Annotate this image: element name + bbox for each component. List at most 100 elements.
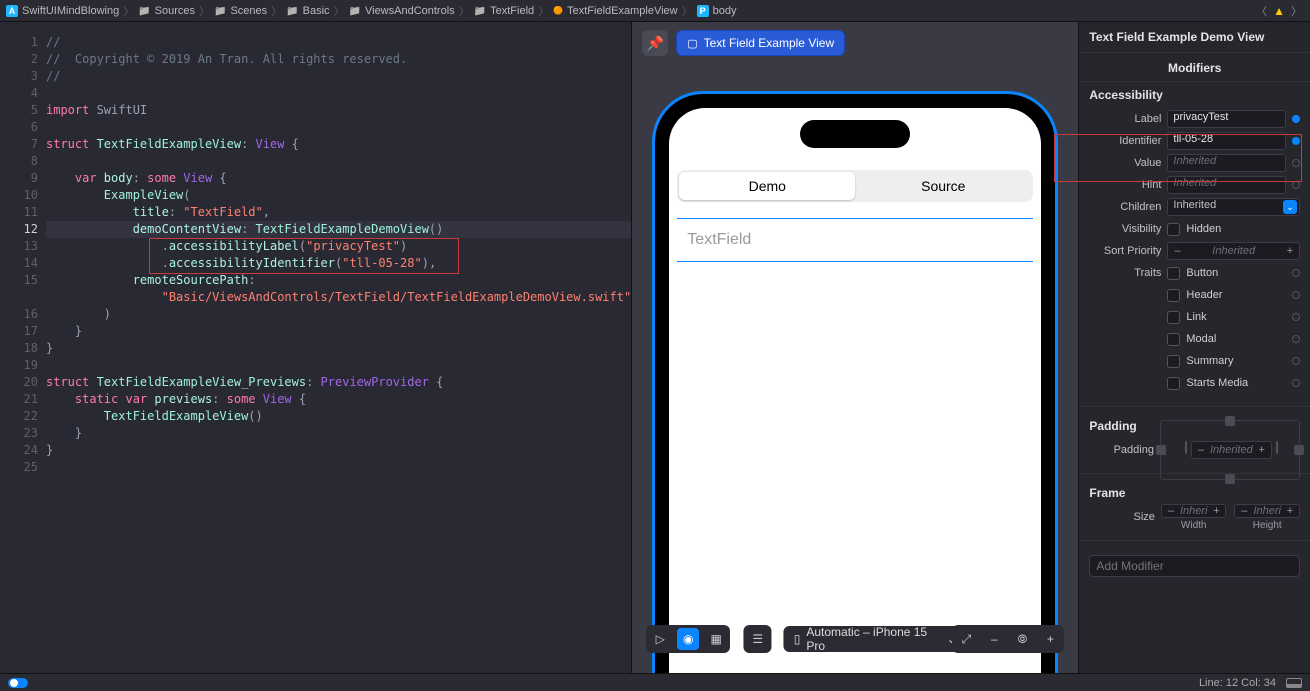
field-label: Label bbox=[1089, 113, 1161, 125]
trait-checkbox[interactable]: Starts Media bbox=[1167, 377, 1286, 390]
accessibility-value-input[interactable]: Inherited bbox=[1167, 154, 1286, 172]
property-icon bbox=[697, 5, 709, 17]
back-button[interactable]: 〈 bbox=[1254, 3, 1269, 19]
padding-handle-bottom[interactable] bbox=[1225, 474, 1235, 484]
breadcrumb-project[interactable]: SwiftUIMindBlowing bbox=[6, 5, 119, 17]
field-caption: Height bbox=[1253, 520, 1282, 531]
trait-checkbox[interactable]: Modal bbox=[1167, 333, 1286, 346]
minus-icon[interactable]: – bbox=[1162, 505, 1180, 517]
trait-checkbox[interactable]: Button bbox=[1167, 267, 1286, 280]
plus-icon[interactable]: + bbox=[1253, 444, 1271, 456]
add-modifier-input[interactable] bbox=[1089, 555, 1300, 577]
breadcrumb-item[interactable]: TextField bbox=[474, 5, 534, 17]
field-label: Sort Priority bbox=[1089, 245, 1161, 257]
override-indicator[interactable] bbox=[1292, 379, 1300, 387]
plus-icon[interactable]: + bbox=[1281, 245, 1299, 257]
trait-checkbox[interactable]: Summary bbox=[1167, 355, 1286, 368]
attributes-inspector: Text Field Example Demo View Modifiers A… bbox=[1078, 22, 1310, 673]
sort-priority-stepper[interactable]: – Inherited + bbox=[1167, 242, 1300, 260]
frame-height-stepper[interactable]: – Inheri + bbox=[1234, 504, 1300, 518]
bottom-panel-toggle[interactable] bbox=[1286, 678, 1302, 688]
breadcrumb-item[interactable]: Sources bbox=[138, 5, 195, 17]
device-selector[interactable]: ▯ Automatic – iPhone 15 Pro ⌄ bbox=[784, 626, 967, 652]
segment-demo[interactable]: Demo bbox=[679, 172, 855, 200]
variants-button[interactable]: ▦ bbox=[705, 628, 727, 650]
field-label: Size bbox=[1089, 511, 1155, 523]
padding-handle-left[interactable] bbox=[1156, 445, 1166, 455]
segment-source[interactable]: Source bbox=[855, 172, 1031, 200]
code-editor[interactable]: 1 2 3 4 5 6 7 8 9 10 11 12 13 14 15 16 1… bbox=[0, 22, 631, 673]
warning-icon[interactable]: ▲ bbox=[1273, 4, 1285, 18]
preview-tab[interactable]: Text Field Example View bbox=[676, 30, 845, 56]
textfield-preview[interactable]: TextField bbox=[677, 218, 1033, 262]
line-number: 6 bbox=[0, 119, 38, 136]
minus-icon[interactable]: – bbox=[1235, 505, 1253, 517]
field-label: Visibility bbox=[1089, 223, 1161, 235]
padding-checkbox[interactable] bbox=[1276, 441, 1278, 454]
project-icon bbox=[6, 5, 18, 17]
line-gutter: 1 2 3 4 5 6 7 8 9 10 11 12 13 14 15 16 1… bbox=[0, 34, 46, 673]
override-indicator[interactable] bbox=[1292, 335, 1300, 343]
line-number: 7 bbox=[0, 136, 38, 153]
pin-preview-button[interactable]: 📌 bbox=[642, 30, 668, 56]
live-preview-button[interactable]: ▷ bbox=[649, 628, 671, 650]
code-text[interactable]: // // Copyright © 2019 An Tran. All righ… bbox=[46, 34, 631, 673]
line-number: 5 bbox=[0, 102, 38, 119]
line-number: 13 bbox=[0, 238, 38, 255]
iphone-frame: Demo Source TextField bbox=[655, 94, 1055, 673]
override-indicator[interactable] bbox=[1292, 291, 1300, 299]
accessibility-label-input[interactable]: privacyTest bbox=[1167, 110, 1286, 128]
override-indicator[interactable] bbox=[1292, 269, 1300, 277]
padding-checkbox[interactable] bbox=[1185, 441, 1187, 454]
accessibility-hint-input[interactable]: Inherited bbox=[1167, 176, 1286, 194]
checkbox-icon bbox=[1167, 333, 1180, 346]
padding-handle-right[interactable] bbox=[1294, 445, 1304, 455]
segmented-control[interactable]: Demo Source bbox=[677, 170, 1033, 202]
trait-checkbox[interactable]: Link bbox=[1167, 311, 1286, 324]
override-indicator[interactable] bbox=[1292, 137, 1300, 145]
zoom-fit-button[interactable]: ⤢ bbox=[955, 628, 977, 650]
breadcrumb-item[interactable]: ViewsAndControls bbox=[349, 5, 455, 17]
settings-button[interactable]: ☰ bbox=[747, 628, 769, 650]
override-indicator[interactable] bbox=[1292, 159, 1300, 167]
checkbox-icon bbox=[1167, 289, 1180, 302]
padding-stepper[interactable]: – Inherited + bbox=[1191, 441, 1272, 459]
plus-icon[interactable]: + bbox=[1207, 505, 1225, 517]
breadcrumb-label: ViewsAndControls bbox=[365, 5, 455, 17]
selectable-preview-button[interactable]: ◉ bbox=[677, 628, 699, 650]
override-indicator[interactable] bbox=[1292, 313, 1300, 321]
chevron-icon: 〉 bbox=[199, 3, 210, 19]
accessibility-children-select[interactable]: Inherited ⌄ bbox=[1167, 198, 1300, 216]
line-number: 16 bbox=[0, 306, 38, 323]
breadcrumb-item[interactable]: Basic bbox=[286, 5, 329, 17]
minus-icon[interactable]: – bbox=[1168, 245, 1186, 257]
padding-section: Padding Padding – Inherited + bbox=[1079, 413, 1310, 467]
section-header: Accessibility bbox=[1089, 88, 1300, 102]
frame-width-stepper[interactable]: – Inheri + bbox=[1161, 504, 1227, 518]
breadcrumb-item[interactable]: Scenes bbox=[214, 5, 267, 17]
line-number: 23 bbox=[0, 425, 38, 442]
accessibility-identifier-input[interactable]: tll-05-28 bbox=[1167, 132, 1286, 150]
breadcrumb-symbol[interactable]: body bbox=[697, 5, 737, 17]
trait-checkbox[interactable]: Header bbox=[1167, 289, 1286, 302]
override-indicator[interactable] bbox=[1292, 357, 1300, 365]
visibility-hidden-checkbox[interactable]: Hidden bbox=[1167, 223, 1300, 236]
zoom-100-button[interactable]: ⦾ bbox=[1011, 628, 1033, 650]
traits-list: TraitsButton Header Link Modal Summary S… bbox=[1089, 262, 1300, 394]
override-indicator[interactable] bbox=[1292, 115, 1300, 123]
padding-handle-top[interactable] bbox=[1225, 416, 1235, 426]
breadcrumb-file[interactable]: TextFieldExampleView bbox=[553, 5, 677, 17]
padding-diagram[interactable]: – Inherited + bbox=[1160, 420, 1300, 480]
breadcrumb-label: TextFieldExampleView bbox=[567, 5, 677, 17]
minus-icon[interactable]: – bbox=[1192, 444, 1210, 456]
zoom-in-button[interactable]: + bbox=[1039, 628, 1061, 650]
plus-icon[interactable]: + bbox=[1281, 505, 1299, 517]
live-issues-toggle[interactable] bbox=[8, 678, 28, 688]
swift-file-icon bbox=[553, 5, 563, 17]
forward-button[interactable]: 〉 bbox=[1289, 3, 1304, 19]
chevron-down-icon: ⌄ bbox=[1283, 200, 1297, 214]
inspector-tab-modifiers[interactable]: Modifiers bbox=[1079, 53, 1310, 82]
breadcrumb-label: Basic bbox=[303, 5, 330, 17]
override-indicator[interactable] bbox=[1292, 181, 1300, 189]
zoom-out-button[interactable]: – bbox=[983, 628, 1005, 650]
